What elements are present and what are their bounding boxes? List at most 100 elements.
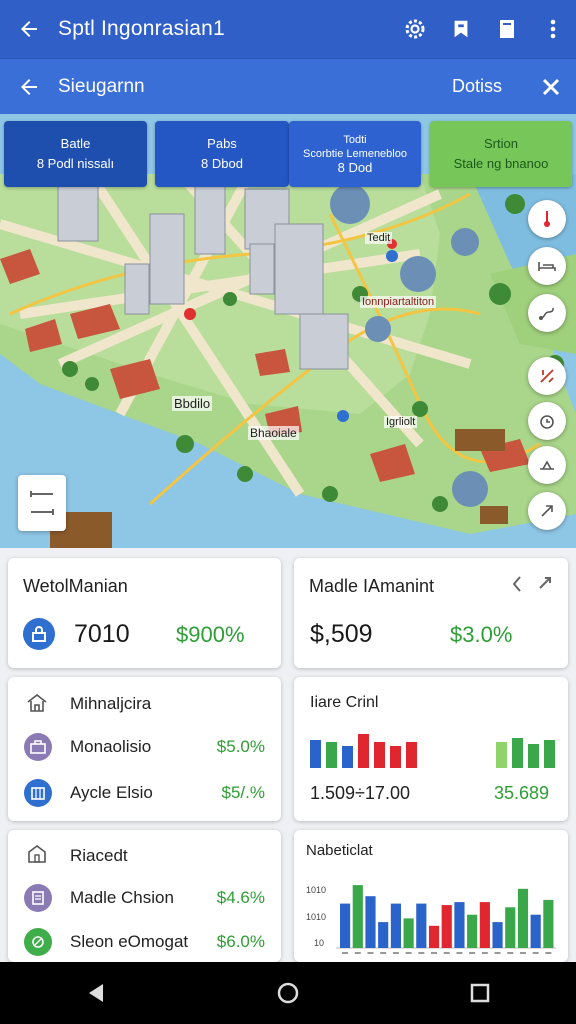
card-title: WetolManian — [23, 576, 128, 596]
chart-bar — [428, 925, 440, 948]
more-button[interactable] — [530, 0, 576, 58]
map-label: Igrliolt — [384, 416, 418, 428]
card-percent: $900% — [176, 622, 245, 647]
map-dining-button[interactable] — [528, 357, 566, 395]
chart-bar — [530, 914, 541, 948]
chip-value: 8 Dod — [337, 160, 373, 175]
chart-bar — [365, 896, 376, 948]
chart-bar — [467, 914, 478, 948]
chart-bar — [416, 903, 427, 948]
chip-batle[interactable]: Batle 8 Podl nissalı — [4, 121, 147, 187]
map-pin-button[interactable] — [528, 492, 566, 530]
back-button[interactable] — [0, 0, 58, 58]
x-tick — [418, 952, 425, 954]
chip-title: Srtion — [484, 136, 518, 151]
fitness-icon — [540, 460, 554, 470]
card-title: Mihnaljcira — [70, 694, 152, 713]
chart-bar — [378, 922, 389, 948]
row-label: Aycle Elsio — [70, 783, 153, 802]
close-button[interactable] — [526, 59, 576, 115]
mini-bar — [406, 742, 417, 768]
chip-srtion[interactable]: Srtion Stale ng bnanoo — [430, 121, 572, 187]
chart-bar — [441, 905, 452, 948]
x-tick — [443, 952, 450, 954]
settings-gear-icon — [405, 19, 425, 39]
map-legend[interactable] — [18, 475, 66, 531]
list-item[interactable]: Aycle Elsio $5/.% — [8, 771, 281, 815]
filter-chips: Batle 8 Podl nissalı Pabs 8 Dbod Todti S… — [4, 121, 572, 187]
chip-pabs[interactable]: Pabs 8 Dbod — [155, 121, 289, 187]
list-item[interactable]: Monaolisio $5.0% — [8, 725, 281, 769]
card-nabeticlat[interactable]: Nabeticlat 1010 1010 10 — [294, 830, 568, 962]
sub-title: Sieugarnn — [58, 75, 145, 97]
lock-icon — [23, 618, 55, 650]
x-tick — [532, 952, 539, 954]
chevron-right-icon[interactable] — [536, 574, 556, 599]
chart-bar — [454, 902, 465, 948]
options-link[interactable]: Dotiss — [452, 76, 502, 97]
home-circle-icon — [277, 982, 299, 1004]
chart-bar — [543, 899, 554, 948]
x-tick — [456, 952, 463, 954]
chart-bar — [492, 922, 503, 948]
settings-button[interactable] — [392, 0, 438, 58]
arrow-left-icon — [21, 78, 37, 95]
document-button[interactable] — [484, 0, 530, 58]
mini-bar — [326, 742, 337, 768]
map-fitness-button[interactable] — [528, 446, 566, 484]
map-timer-button[interactable] — [528, 402, 566, 440]
card-title: Madle IAmanint — [309, 576, 435, 596]
mini-bar — [310, 740, 321, 768]
x-tick — [507, 952, 514, 954]
row-label: Madle Chsion — [70, 888, 174, 907]
card-wetol[interactable]: WetolManian 7010 $900% — [8, 558, 281, 668]
card-percent: $3.0% — [450, 622, 513, 647]
map-temperature-button[interactable] — [528, 200, 566, 238]
back-triangle-icon — [89, 984, 103, 1002]
nav-recents-button[interactable] — [450, 973, 510, 1013]
card-value-right: 35.689 — [494, 783, 550, 803]
card-mihnaljcira[interactable]: Mihnaljcira Monaolisio $5.0% Aycle Elsio… — [8, 677, 281, 821]
doc-icon — [24, 884, 52, 912]
card-title: Iiare Crinl — [310, 694, 379, 711]
sub-bar: Sieugarnn Dotiss — [0, 58, 576, 114]
more-vert-icon — [550, 19, 556, 39]
document-icon — [500, 20, 514, 38]
x-tick — [469, 952, 476, 954]
nav-home-button[interactable] — [258, 973, 318, 1013]
system-nav-bar — [0, 962, 576, 1024]
card-riacedt[interactable]: Riacedt Madle Chsion $4.6% Sleon eOmogat… — [8, 830, 281, 962]
bookmark-icon — [454, 20, 468, 38]
card-madle[interactable]: Madle IAmanint $,509 $3.0% — [294, 558, 568, 668]
chevron-left-icon[interactable] — [510, 574, 524, 599]
x-tick — [494, 952, 501, 954]
x-tick — [367, 952, 374, 954]
building-icon — [24, 779, 52, 807]
sub-back-button[interactable] — [0, 59, 58, 115]
leaf-icon — [24, 928, 52, 956]
bookmark-button[interactable] — [438, 0, 484, 58]
chip-value: 8 Podl nissalı — [36, 156, 115, 171]
card-value: $,509 — [310, 620, 373, 648]
mini-bar-chart — [310, 734, 555, 768]
x-tick — [392, 952, 399, 954]
chart-bar — [403, 918, 414, 948]
bed-icon — [538, 262, 556, 271]
list-item[interactable]: Madle Chsion $4.6% — [8, 876, 281, 920]
row-value: $5/.% — [221, 783, 265, 802]
mini-bar — [390, 746, 401, 768]
row-label: Monaolisio — [70, 737, 152, 756]
chip-value: Stale ng bnanoo — [453, 156, 549, 171]
app-bar: Sptl Ingonrasian1 — [0, 0, 576, 58]
recents-square-icon — [470, 983, 490, 1003]
list-item[interactable]: Sleon eOmogat $6.0% — [8, 920, 281, 964]
chip-title: Batle — [60, 136, 91, 151]
card-iiare[interactable]: Iiare Crinl 1.509÷17.00 35.689 — [294, 677, 568, 821]
map-bed-button[interactable] — [528, 247, 566, 285]
x-tick — [342, 952, 349, 954]
map-route-button[interactable] — [528, 294, 566, 332]
row-value: $5.0% — [216, 737, 265, 756]
chip-todti[interactable]: Todti Scorbtie Lemenebloo 8 Dod — [289, 121, 421, 187]
mini-bar — [342, 746, 353, 768]
nav-back-button[interactable] — [66, 973, 126, 1013]
